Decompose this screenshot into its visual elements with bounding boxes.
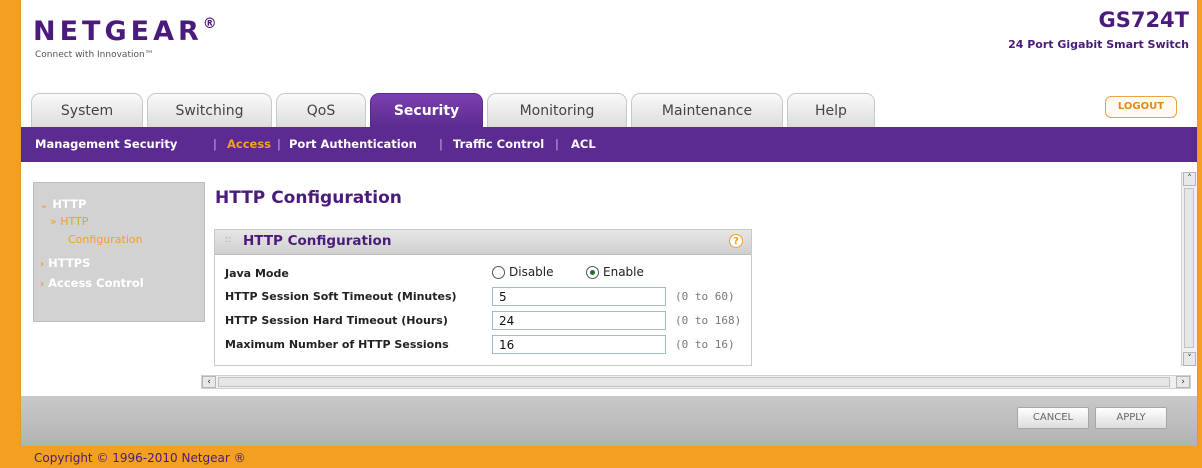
logo-tagline: Connect with Innovation™ — [35, 50, 154, 60]
subnav-separator: | — [277, 137, 281, 151]
app-frame: NETGEAR® Connect with Innovation™ GS724T… — [20, 0, 1198, 446]
sidebar-subitem-http-config[interactable]: » HTTP — [50, 215, 88, 228]
help-icon[interactable]: ? — [729, 234, 743, 248]
soft-timeout-label: HTTP Session Soft Timeout (Minutes) — [225, 290, 457, 303]
model-description: 24 Port Gigabit Smart Switch — [1008, 38, 1189, 51]
sidebar-item-label: Access Control — [48, 276, 144, 290]
logo-text: NETGEAR — [33, 16, 203, 47]
http-config-panel: :: HTTP Configuration ? Java Mode Disabl… — [214, 229, 752, 366]
tab-security[interactable]: Security — [370, 93, 483, 129]
apply-button[interactable]: APPLY — [1095, 407, 1167, 429]
subnav-management-security[interactable]: Management Security — [35, 127, 177, 162]
java-mode-enable-radio[interactable] — [586, 266, 599, 279]
java-mode-label: Java Mode — [225, 267, 289, 280]
logo-mark: ® — [202, 16, 217, 32]
drag-grip-icon: :: — [225, 234, 232, 245]
tab-maintenance[interactable]: Maintenance — [631, 93, 783, 127]
hard-timeout-label: HTTP Session Hard Timeout (Hours) — [225, 314, 448, 327]
java-mode-disable-radio[interactable] — [492, 266, 505, 279]
hard-timeout-input[interactable] — [492, 311, 666, 330]
enable-label: Enable — [603, 265, 644, 279]
tab-monitoring[interactable]: Monitoring — [487, 93, 627, 127]
scroll-left-icon[interactable]: ‹ — [202, 376, 216, 388]
tab-help[interactable]: Help — [787, 93, 875, 127]
panel-header: :: HTTP Configuration ? — [215, 230, 751, 255]
page-title: HTTP Configuration — [215, 188, 402, 208]
subnav-separator: | — [555, 137, 559, 151]
sidebar-item-label: HTTPS — [48, 256, 91, 270]
subnav-acl[interactable]: ACL — [571, 127, 596, 162]
cancel-button[interactable]: CANCEL — [1017, 407, 1089, 429]
subnav-traffic-control[interactable]: Traffic Control — [453, 127, 544, 162]
chevron-right-icon: › — [40, 259, 45, 270]
logout-button[interactable]: LOGOUT — [1105, 96, 1177, 118]
sidebar-item-http[interactable]: ⌄ HTTP — [40, 197, 86, 211]
vertical-scrollbar[interactable]: ˄ ˅ — [1181, 172, 1197, 366]
max-sessions-label: Maximum Number of HTTP Sessions — [225, 338, 449, 351]
soft-timeout-input[interactable] — [492, 287, 666, 306]
subnav-separator: | — [213, 137, 217, 151]
sidebar-item-label: HTTP — [52, 197, 87, 211]
sidebar: ⌄ HTTP » HTTP Configuration › HTTPS › Acces… — [33, 182, 205, 322]
subnav-access[interactable]: Access — [227, 127, 271, 162]
sub-navigation: Management Security | Access | Port Auth… — [21, 127, 1197, 162]
hard-timeout-range: (0 to 168) — [675, 314, 742, 327]
copyright-text: Copyright © 1996-2010 Netgear ® — [34, 451, 246, 465]
scroll-up-icon[interactable]: ˄ — [1183, 172, 1196, 186]
model-name: GS724T — [1098, 8, 1189, 32]
subnav-separator: | — [439, 137, 443, 151]
action-bar: CANCEL APPLY — [21, 396, 1197, 446]
horizontal-scrollbar[interactable]: ‹ › — [201, 375, 1191, 389]
soft-timeout-range: (0 to 60) — [675, 290, 735, 303]
chevron-down-icon: ⌄ — [40, 200, 49, 211]
horizontal-scroll-thumb[interactable] — [218, 377, 1170, 387]
tab-switching[interactable]: Switching — [147, 93, 272, 127]
sidebar-item-https[interactable]: › HTTPS — [40, 256, 90, 270]
disable-label: Disable — [509, 265, 554, 279]
sidebar-subitem-http-config-cont[interactable]: Configuration — [68, 233, 143, 246]
scroll-down-icon[interactable]: ˅ — [1183, 352, 1196, 366]
subnav-port-authentication[interactable]: Port Authentication — [289, 127, 417, 162]
chevron-right-icon: › — [40, 279, 45, 290]
panel-title: HTTP Configuration — [243, 233, 392, 249]
header: NETGEAR® Connect with Innovation™ GS724T… — [21, 0, 1197, 129]
tab-system[interactable]: System — [31, 93, 143, 127]
max-sessions-range: (0 to 16) — [675, 338, 735, 351]
tab-qos[interactable]: QoS — [276, 93, 366, 127]
content-area: ⌄ HTTP » HTTP Configuration › HTTPS › Acces… — [21, 162, 1197, 396]
netgear-logo: NETGEAR® — [33, 16, 217, 47]
scroll-right-icon[interactable]: › — [1176, 376, 1190, 388]
max-sessions-input[interactable] — [492, 335, 666, 354]
sidebar-item-access-control[interactable]: › Access Control — [40, 276, 144, 290]
vertical-scroll-thumb[interactable] — [1184, 188, 1194, 348]
